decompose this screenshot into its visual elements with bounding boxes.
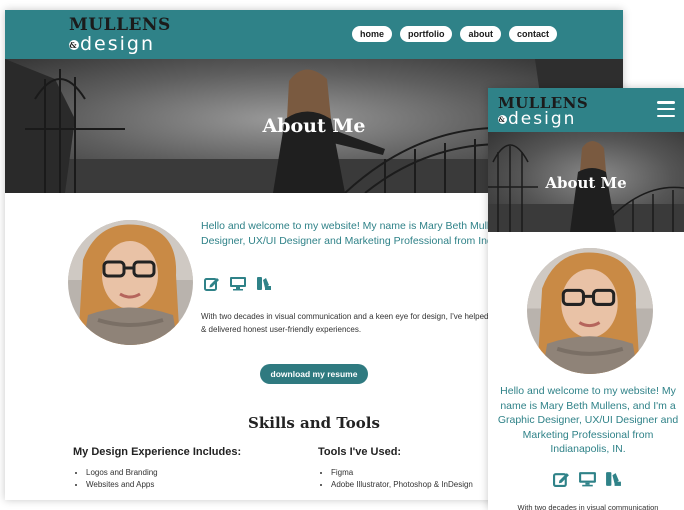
avatar — [68, 220, 193, 345]
logo-bottom-text: design — [80, 33, 156, 55]
nav-contact[interactable]: contact — [508, 26, 557, 42]
desktop-icon — [579, 472, 596, 487]
mobile-logo[interactable]: MULLENS & design — [498, 96, 588, 128]
edit-icon — [204, 278, 219, 291]
logo-top-text: MULLENS — [69, 15, 171, 35]
nav-home[interactable]: home — [351, 26, 392, 42]
mobile-header: MULLENS & design — [488, 88, 684, 132]
experience-list: Logos and Branding Websites and Apps — [73, 467, 283, 491]
desktop-icon — [230, 277, 246, 291]
mobile-about-paragraph: With two decades in visual communication — [517, 503, 659, 510]
mobile-intro-text: Hello and welcome to my website! My name… — [497, 385, 679, 455]
mobile-avatar — [527, 248, 653, 374]
logo-bottom-text: design — [508, 109, 577, 129]
list-item: Websites and Apps — [86, 479, 283, 491]
hamburger-menu-icon[interactable] — [657, 101, 675, 117]
edit-icon — [553, 473, 569, 487]
nav-about[interactable]: about — [460, 26, 501, 42]
experience-heading: My Design Experience Includes: — [73, 446, 242, 458]
logo-bottom-row: & design — [498, 111, 588, 128]
logo-ampersand: & — [498, 115, 507, 124]
experience-column: My Design Experience Includes: Logos and… — [73, 446, 283, 491]
main-nav: home portfolio about contact — [351, 26, 557, 42]
logo-ampersand: & — [69, 39, 79, 50]
mobile-hero-banner: About Me — [488, 132, 684, 232]
mobile-service-icons — [553, 471, 622, 487]
download-resume-button[interactable]: download my resume — [260, 364, 368, 384]
list-item: Logos and Branding — [86, 467, 283, 479]
site-logo[interactable]: MULLENS & design — [69, 15, 171, 55]
service-icons — [204, 276, 272, 291]
nav-portfolio[interactable]: portfolio — [399, 26, 453, 42]
logo-bottom-row: & design — [69, 35, 165, 54]
swatches-icon — [606, 472, 621, 486]
mobile-preview: MULLENS & design About Me Hello and welc… — [488, 88, 684, 510]
swatches-icon — [257, 277, 271, 290]
site-header: MULLENS & design home portfolio about co… — [5, 10, 623, 59]
mobile-hero-title: About Me — [545, 174, 627, 192]
